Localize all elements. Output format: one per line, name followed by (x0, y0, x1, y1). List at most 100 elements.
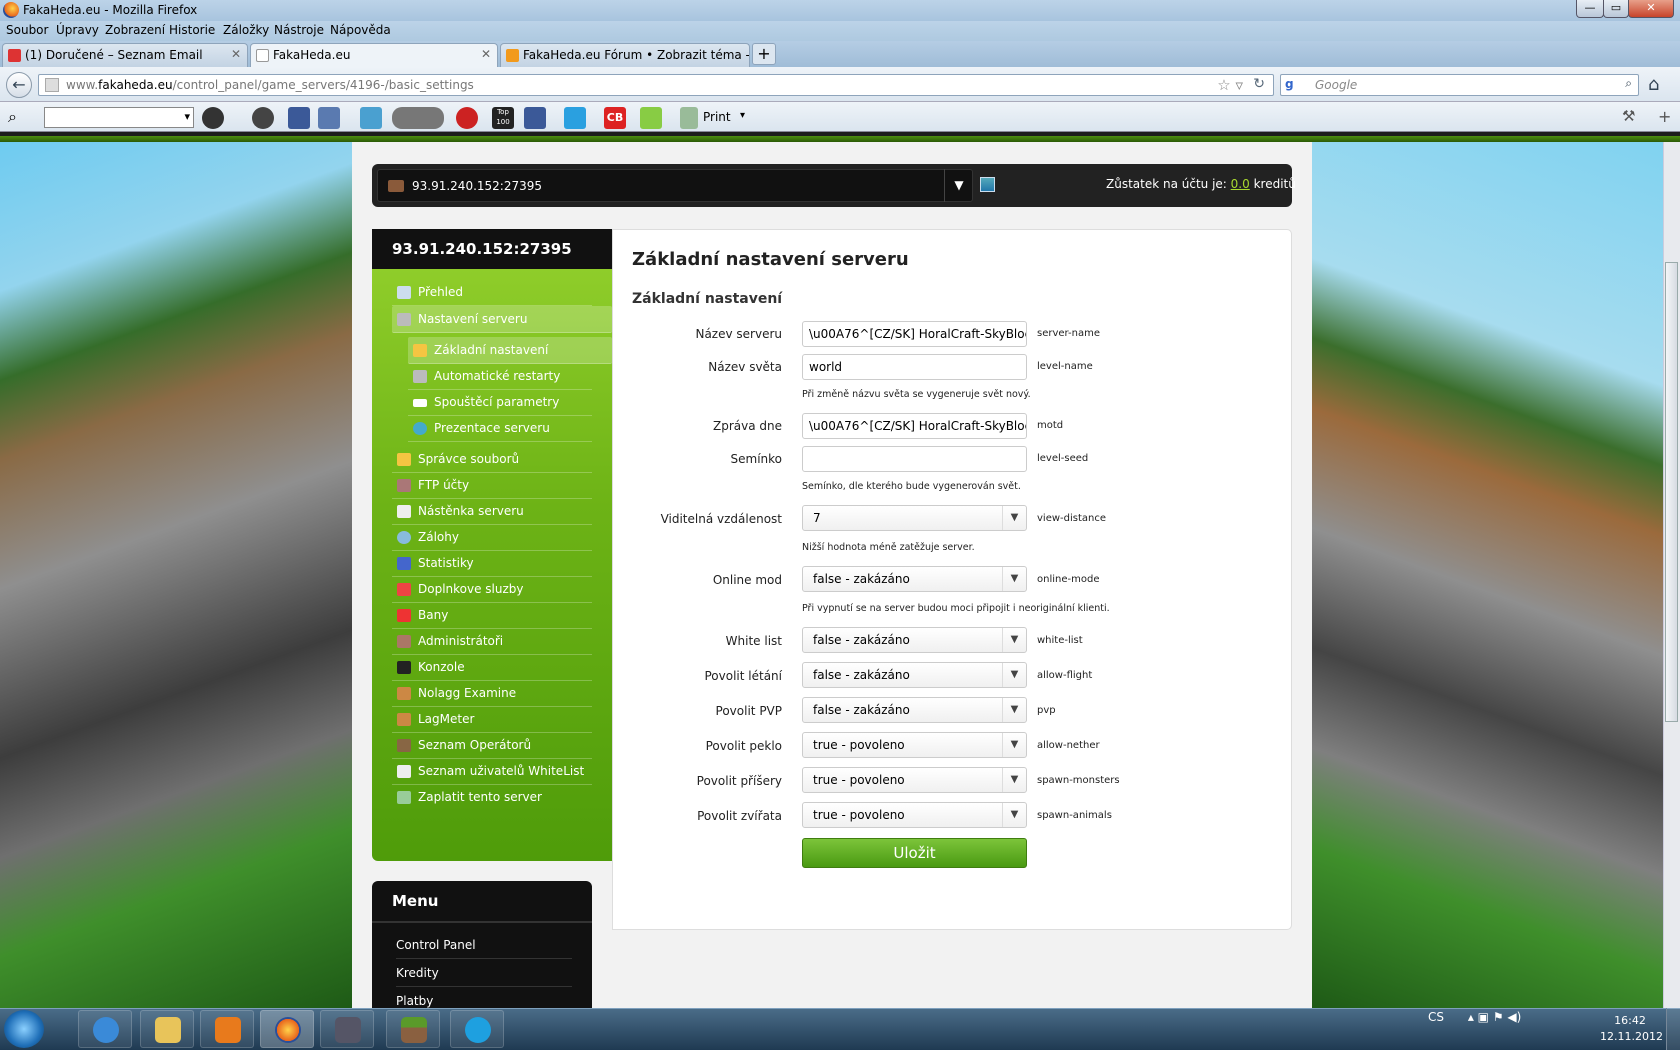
start-button[interactable] (4, 1010, 44, 1048)
search-input[interactable]: g Google ⌕ (1280, 74, 1639, 96)
toolbar-search-input[interactable] (44, 107, 194, 128)
chevron-down-icon[interactable]: ▼ (1002, 663, 1026, 687)
chevron-down-icon[interactable]: ▼ (1002, 768, 1026, 792)
close-button[interactable]: ✕ (1628, 0, 1674, 18)
taskbar-counter-strike[interactable] (320, 1010, 374, 1048)
tab-seznam-email[interactable]: (1) Doručené – Seznam Email ✕ (2, 43, 248, 67)
spawn-animals-select[interactable]: true - povoleno ▼ (802, 802, 1027, 828)
menu-file[interactable]: Soubor (6, 23, 48, 37)
sidebar-item-console[interactable]: Konzole (392, 654, 592, 681)
twitter-icon[interactable] (564, 107, 586, 129)
tab-fakaheda-forum[interactable]: FakaHeda.eu Fórum • Zobrazit téma -... (500, 43, 750, 67)
sidebar-item-overview[interactable]: Přehled (392, 279, 592, 306)
cb-icon[interactable]: CB (604, 107, 626, 129)
taskbar-firefox[interactable] (260, 1010, 314, 1048)
download-icon[interactable] (640, 107, 662, 129)
sidebar-item-server-settings[interactable]: Nastavení serveru (392, 306, 612, 333)
taskbar-skype[interactable] (450, 1010, 504, 1048)
gear-icon[interactable] (252, 107, 274, 129)
chevron-down-icon[interactable]: ▼ (1002, 803, 1026, 827)
motd-input[interactable]: \u00A76^[CZ/SK] HoralCraft-SkyBlock - (802, 413, 1027, 439)
language-indicator[interactable]: CS (1428, 1010, 1444, 1024)
taskbar-clock[interactable]: 16:42 12.11.2012 (1600, 1013, 1663, 1045)
sidebar-item-basic-settings[interactable]: Základní nastavení (408, 337, 612, 364)
media-controls-icon[interactable] (392, 107, 444, 129)
menu-history[interactable]: Historie (169, 23, 215, 37)
sidebar-item-operators[interactable]: Seznam Operátorů (392, 732, 592, 759)
printer-icon[interactable] (680, 107, 698, 129)
back-button[interactable]: ← (6, 72, 32, 98)
server-name-input[interactable]: \u00A76^[CZ/SK] HoralCraft-SkyBlock - (802, 321, 1027, 347)
sidebar-item-bans[interactable]: Bany (392, 602, 592, 629)
minimize-button[interactable]: — (1576, 0, 1604, 18)
notification-icon[interactable] (360, 107, 382, 129)
menu-edit[interactable]: Úpravy (56, 23, 99, 37)
maximize-button[interactable]: ▭ (1603, 0, 1629, 18)
sidebar-item-server-board[interactable]: Nástěnka serveru (392, 498, 592, 525)
top100-icon[interactable]: Top 100 (492, 107, 514, 129)
server-select[interactable]: 93.91.240.152:27395 (377, 169, 973, 202)
chevron-down-icon[interactable]: ▼ (1002, 733, 1026, 757)
sidebar-item-file-manager[interactable]: Správce souborů (392, 446, 592, 473)
mail-icon[interactable] (318, 107, 340, 129)
level-name-input[interactable]: world (802, 354, 1027, 380)
taskbar-ie[interactable] (78, 1010, 132, 1048)
menu-tools[interactable]: Nástroje (274, 23, 324, 37)
wrench-icon[interactable]: ⚒ (1622, 107, 1635, 127)
sidebar-item-ftp[interactable]: FTP účty (392, 472, 592, 499)
balance-value-link[interactable]: 0.0 (1231, 177, 1250, 191)
sidebar-item-administrators[interactable]: Administrátoři (392, 628, 592, 655)
tab-close-icon[interactable]: ✕ (231, 47, 241, 61)
allow-flight-select[interactable]: false - zakázáno ▼ (802, 662, 1027, 688)
print-dropdown-icon[interactable]: ▾ (740, 110, 745, 130)
facebook-icon[interactable] (288, 107, 310, 129)
add-toolbar-icon[interactable]: + (1658, 107, 1671, 127)
sidebar-item-auto-restarts[interactable]: Automatické restarty (408, 363, 592, 390)
sidebar-item-presentation[interactable]: Prezentace serveru (408, 415, 592, 442)
reload-icon[interactable]: ↻ (1253, 76, 1265, 92)
bookmark-star-icon[interactable]: ☆ ▿ (1217, 76, 1243, 94)
sidebar-item-extra-services[interactable]: Doplnkove sluzby (392, 576, 592, 603)
level-seed-input[interactable] (802, 446, 1027, 472)
show-desktop-button[interactable] (1666, 1008, 1680, 1050)
spawn-monsters-select[interactable]: true - povoleno ▼ (802, 767, 1027, 793)
tab-close-icon[interactable]: ✕ (481, 47, 491, 61)
new-tab-button[interactable]: + (752, 43, 776, 65)
chevron-down-icon[interactable]: ▼ (1002, 567, 1026, 591)
sidebar-item-startup-params[interactable]: Spouštěcí parametry (408, 389, 592, 416)
chevron-down-icon[interactable]: ▼ (1002, 628, 1026, 652)
record-icon[interactable] (456, 107, 478, 129)
online-mode-select[interactable]: false - zakázáno ▼ (802, 566, 1027, 592)
search-icon[interactable]: ⌕ (1625, 76, 1632, 91)
white-list-select[interactable]: false - zakázáno ▼ (802, 627, 1027, 653)
tab-fakaheda[interactable]: FakaHeda.eu ✕ (250, 43, 498, 68)
server-window-icon[interactable] (980, 177, 995, 192)
url-bar[interactable]: www.fakaheda.eu/control_panel/game_serve… (38, 74, 1274, 96)
menu-bookmarks[interactable]: Záložky (223, 23, 269, 37)
pvp-select[interactable]: false - zakázáno ▼ (802, 697, 1027, 723)
menu-item-credits[interactable]: Kredity (396, 959, 572, 987)
facebook-notify-icon[interactable] (524, 107, 546, 129)
menu-view[interactable]: Zobrazení (105, 23, 165, 37)
sidebar-item-whitelist[interactable]: Seznam uživatelů WhiteList (392, 758, 592, 785)
sidebar-item-lagmeter[interactable]: LagMeter (392, 706, 592, 733)
print-button[interactable]: Print (703, 110, 731, 130)
sidebar-item-backups[interactable]: Zálohy (392, 524, 592, 551)
taskbar-media-player[interactable] (200, 1010, 254, 1048)
allow-nether-select[interactable]: true - povoleno ▼ (802, 732, 1027, 758)
sidebar-item-nolagg[interactable]: Nolagg Examine (392, 680, 592, 707)
site-identity-icon[interactable] (45, 78, 59, 92)
taskbar-explorer[interactable] (140, 1010, 194, 1048)
sidebar-item-pay[interactable]: Zaplatit tento server (392, 784, 592, 811)
view-distance-select[interactable]: 7 ▼ (802, 505, 1027, 531)
save-button[interactable]: Uložit (802, 838, 1027, 868)
taskbar-minecraft[interactable] (386, 1010, 440, 1048)
toolbar-find-icon[interactable] (202, 107, 224, 129)
sidebar-item-statistics[interactable]: Statistiky (392, 550, 592, 577)
tray-icons[interactable]: ▴ ▣ ⚑ ◀) (1468, 1010, 1521, 1024)
scrollbar-thumb[interactable] (1665, 262, 1678, 722)
menu-item-control-panel[interactable]: Control Panel (396, 931, 572, 959)
google-icon[interactable]: g (1285, 77, 1294, 91)
server-dropdown-icon[interactable]: ▼ (944, 169, 973, 202)
chevron-down-icon[interactable]: ▼ (1002, 698, 1026, 722)
